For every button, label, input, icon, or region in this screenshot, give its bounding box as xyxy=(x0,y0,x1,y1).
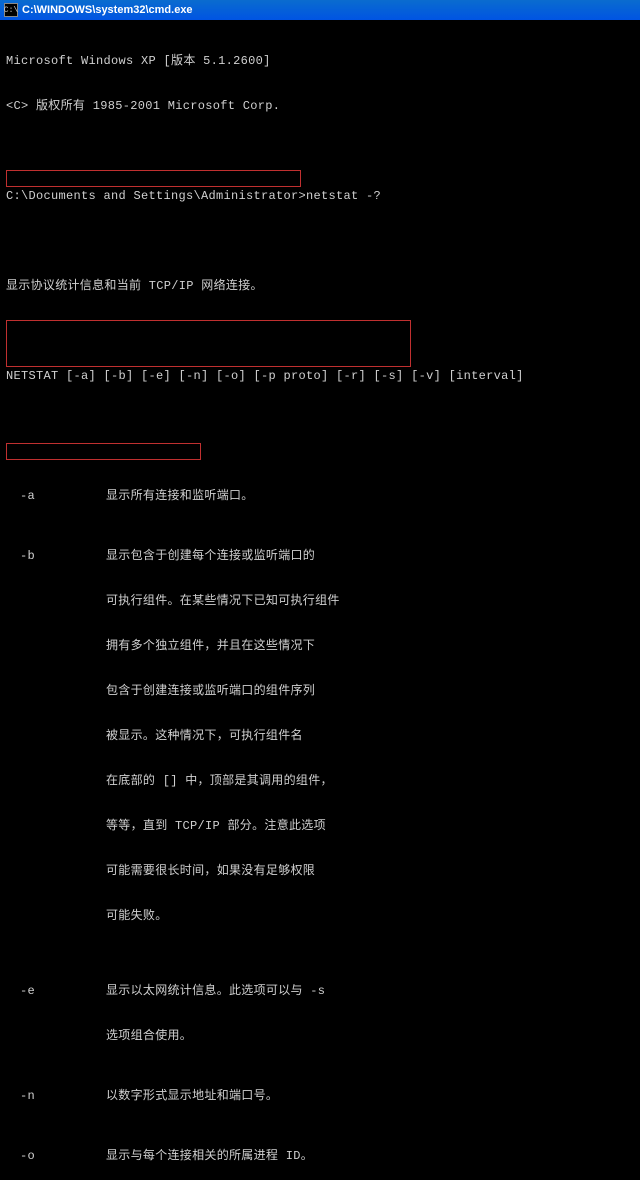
flag-n-desc: 以数字形式显示地址和端口号。 xyxy=(106,1089,634,1104)
flag-a-row: -a 显示所有连接和监听端口。 xyxy=(6,489,634,504)
flag-e-row: -e 显示以太网统计信息。此选项可以与 -s xyxy=(6,984,634,999)
terminal-output: Microsoft Windows XP [版本 5.1.2600] <C> 版… xyxy=(0,20,640,1180)
window-titlebar[interactable]: C:\ C:\WINDOWS\system32\cmd.exe xyxy=(0,0,640,20)
flag-a-desc: 显示所有连接和监听端口。 xyxy=(106,489,634,504)
command-prompt: C:\Documents and Settings\Administrator>… xyxy=(6,189,634,204)
flag-b-cont: 可执行组件。在某些情况下已知可执行组件 xyxy=(106,594,634,609)
flag-a: -a xyxy=(6,489,106,504)
flag-n-row: -n 以数字形式显示地址和端口号。 xyxy=(6,1089,634,1104)
flag-b-cont: 可能需要很长时间，如果没有足够权限 xyxy=(106,864,634,879)
window-title: C:\WINDOWS\system32\cmd.exe xyxy=(22,4,193,16)
usage-line: NETSTAT [-a] [-b] [-e] [-n] [-o] [-p pro… xyxy=(6,369,634,384)
flag-b: -b xyxy=(6,549,106,564)
cmd-icon: C:\ xyxy=(4,3,18,17)
flag-b-cont: 拥有多个独立组件，并且在这些情况下 xyxy=(106,639,634,654)
flag-o: -o xyxy=(6,1149,106,1164)
flag-n: -n xyxy=(6,1089,106,1104)
header-line1: Microsoft Windows XP [版本 5.1.2600] xyxy=(6,54,634,69)
highlight-box-a xyxy=(6,170,301,187)
flag-b-desc: 显示包含于创建每个连接或监听端口的 xyxy=(106,549,634,564)
flag-b-cont: 可能失败。 xyxy=(106,909,634,924)
summary-line: 显示协议统计信息和当前 TCP/IP 网络连接。 xyxy=(6,279,634,294)
header-line2: <C> 版权所有 1985-2001 Microsoft Corp. xyxy=(6,99,634,114)
flag-e-cont: 选项组合使用。 xyxy=(106,1029,634,1044)
flag-b-cont: 被显示。这种情况下，可执行组件名 xyxy=(106,729,634,744)
flag-b-cont: 等等，直到 TCP/IP 部分。注意此选项 xyxy=(106,819,634,834)
flag-e-desc: 显示以太网统计信息。此选项可以与 -s xyxy=(106,984,634,999)
flag-o-desc: 显示与每个连接相关的所属进程 ID。 xyxy=(106,1149,634,1164)
flag-e: -e xyxy=(6,984,106,999)
flag-b-cont: 在底部的 [] 中，顶部是其调用的组件， xyxy=(106,774,634,789)
flag-b-row: -b 显示包含于创建每个连接或监听端口的 xyxy=(6,549,634,564)
flag-b-cont: 包含于创建连接或监听端口的组件序列 xyxy=(106,684,634,699)
flag-o-row: -o 显示与每个连接相关的所属进程 ID。 xyxy=(6,1149,634,1164)
highlight-box-r xyxy=(6,443,201,460)
